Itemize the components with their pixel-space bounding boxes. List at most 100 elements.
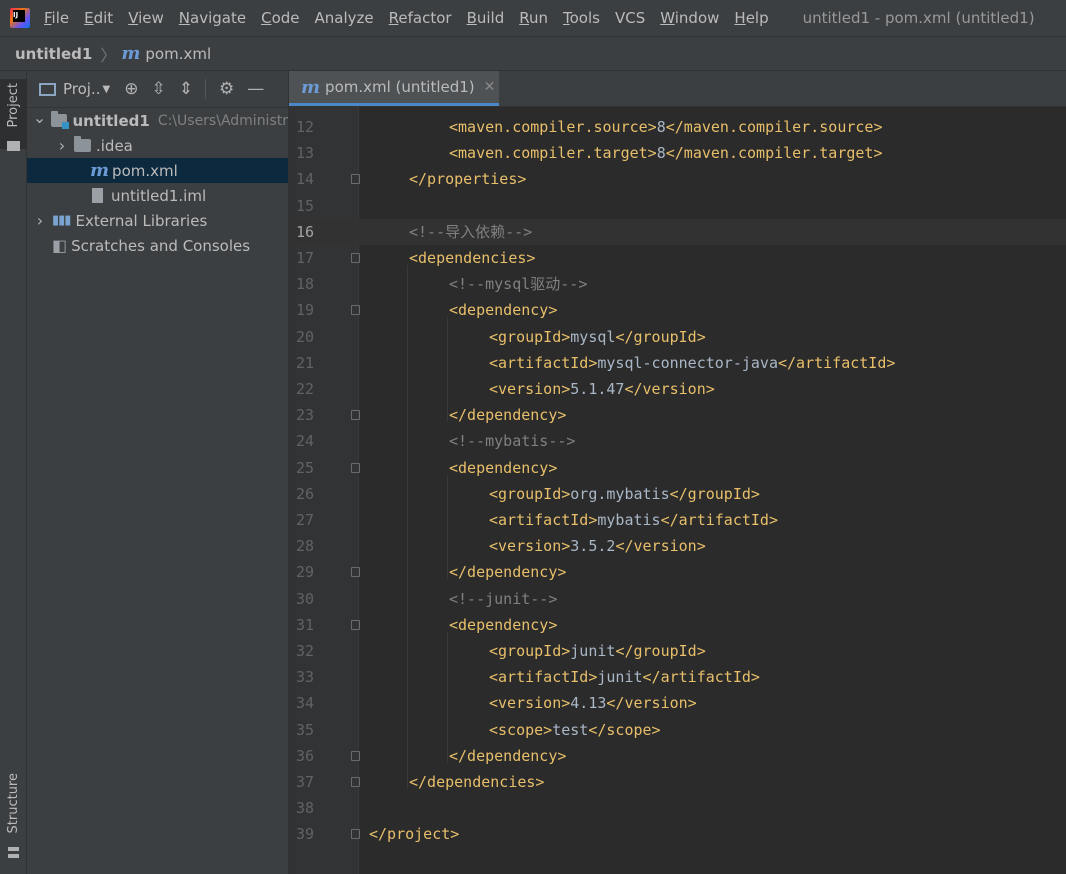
fold-marker-icon[interactable] [351, 305, 360, 316]
close-icon[interactable]: ✕ [484, 79, 496, 95]
xml-text: mysql [570, 327, 616, 346]
code-line: 34 <version>4.13</version> [289, 690, 1066, 716]
fold-marker-icon[interactable] [351, 750, 360, 761]
menu-file[interactable]: File [44, 9, 69, 27]
code-text: <!--junit--> [449, 586, 557, 612]
fold-marker-icon[interactable] [351, 619, 360, 630]
menu-code[interactable]: Code [261, 9, 299, 27]
locate-file-icon[interactable]: ⊕ [124, 79, 138, 99]
code-line: 16 <!--导入依赖--> [289, 218, 1066, 245]
xml-text: junit [597, 668, 643, 687]
collapse-all-icon[interactable]: ⇕ [179, 79, 193, 99]
code-text: <maven.compiler.target>8</maven.compiler… [449, 140, 883, 166]
code-text: <version>4.13</version> [489, 690, 697, 716]
xml-comment: <!--junit--> [449, 589, 558, 608]
menu-analyze[interactable]: Analyze [315, 9, 374, 27]
code-line: 30 <!--junit--> [289, 586, 1066, 612]
menu-edit[interactable]: Edit [84, 9, 113, 27]
indent-guide [447, 317, 448, 423]
code-text: <version>5.1.47</version> [489, 376, 715, 402]
xml-tag: </groupId> [615, 642, 706, 660]
fold-marker-icon[interactable] [351, 462, 360, 473]
code-text: <artifactId>junit</artifactId> [489, 664, 760, 690]
code-line: 36 </dependency> [289, 743, 1066, 769]
fold-marker-icon[interactable] [351, 777, 360, 787]
xml-text: junit [570, 642, 616, 660]
xml-tag: </version> [606, 694, 697, 713]
xml-tag: </maven.compiler.target> [665, 144, 883, 163]
breadcrumb-project[interactable]: untitled1 [15, 45, 92, 63]
project-view-selector[interactable]: Proj.. [63, 80, 101, 98]
expand-all-icon[interactable]: ⇳ [151, 79, 165, 99]
xml-tag: </maven.compiler.source> [665, 118, 883, 136]
code-line: 26 <groupId>org.mybatis</groupId> [289, 481, 1066, 507]
menu-build[interactable]: Build [467, 9, 505, 27]
tree-item-label: untitled1.iml [111, 186, 207, 205]
gear-icon[interactable]: ⚙ [219, 79, 234, 99]
project-tool-tab-label: Project [6, 83, 21, 128]
menu-help[interactable]: Help [734, 9, 768, 27]
structure-tool-tab[interactable]: Structure [0, 773, 27, 843]
menu-run[interactable]: Run [519, 9, 548, 27]
menu-window[interactable]: Window [660, 9, 719, 27]
code-line: 37 </dependencies> [289, 769, 1066, 795]
menu-view[interactable]: View [128, 9, 164, 27]
code-line: 25 <dependency> [289, 455, 1066, 481]
xml-tag: </version> [615, 537, 706, 556]
menu-vcs[interactable]: VCS [615, 9, 645, 27]
code-text: </project> [369, 821, 459, 847]
fold-marker-icon[interactable] [351, 829, 360, 840]
line-number: 13 [295, 144, 314, 163]
code-line: 33 <artifactId>junit</artifactId> [289, 664, 1066, 690]
menu-tools[interactable]: Tools [563, 9, 600, 27]
xml-tag: <dependencies> [409, 249, 536, 267]
fold-marker-icon[interactable] [351, 253, 360, 263]
tree-item-label: pom.xml [112, 161, 178, 180]
code-text: </dependency> [449, 402, 566, 428]
xml-tag: <artifactId> [489, 511, 598, 529]
xml-text: 3.5.2 [570, 537, 616, 556]
chevron-down-icon[interactable]: ⌄ [32, 108, 47, 127]
maven-file-icon: m [121, 43, 141, 64]
chevron-right-icon[interactable]: › [32, 211, 48, 230]
chevron-right-icon[interactable]: › [54, 136, 70, 155]
breadcrumb-file[interactable]: pom.xml [145, 45, 211, 63]
code-text: <maven.compiler.source>8</maven.compiler… [449, 114, 883, 140]
tab-pom-xml[interactable]: m pom.xml (untitled1) ✕ [289, 71, 499, 106]
tree-item[interactable]: › .idea [27, 133, 288, 158]
tree-item[interactable]: › ▮▮▮ External Libraries [27, 208, 288, 233]
code-line: 24 <!--mybatis--> [289, 428, 1066, 454]
xml-tag: </artifactId> [660, 511, 778, 529]
line-number: 19 [295, 301, 314, 320]
code-text: <!--mybatis--> [449, 428, 575, 454]
xml-tag: </dependency> [449, 746, 567, 765]
code-editor[interactable]: 12 <maven.compiler.source>8</maven.compil… [289, 107, 1066, 874]
left-tool-stripe: Project Structure [0, 71, 27, 874]
project-tree: ⌄ untitled1 C:\Users\Administr › .idea m pom.x… [27, 108, 288, 258]
line-number: 39 [295, 825, 314, 844]
fold-marker-icon[interactable] [351, 410, 360, 421]
line-number: 36 [295, 746, 314, 765]
tree-item-label: untitled1 [72, 111, 150, 130]
tree-item[interactable]: untitled1.iml [27, 183, 288, 208]
tree-item[interactable]: ◧ Scratches and Consoles [27, 233, 288, 258]
tree-item[interactable]: ⌄ untitled1 C:\Users\Administr [27, 108, 288, 133]
tree-item[interactable]: m pom.xml [27, 158, 288, 183]
chevron-down-icon[interactable]: ▼ [103, 84, 111, 95]
hide-panel-icon[interactable]: — [247, 79, 264, 99]
menu-refactor[interactable]: Refactor [389, 9, 452, 27]
line-number: 14 [295, 170, 314, 189]
xml-tag: </dependencies> [409, 773, 545, 791]
line-number: 30 [295, 589, 314, 608]
xml-text: mysql-connector-java [597, 353, 778, 372]
fold-marker-icon[interactable] [351, 174, 360, 185]
line-number: 21 [295, 353, 314, 372]
menu-items: File Edit View Navigate Code Analyze Refactor B… [44, 9, 784, 27]
code-text: </properties> [409, 166, 526, 192]
xml-tag: </properties> [409, 170, 527, 189]
line-number: 12 [295, 118, 314, 136]
menu-navigate[interactable]: Navigate [179, 9, 246, 27]
code-line: 22 <version>5.1.47</version> [289, 376, 1066, 402]
fold-marker-icon[interactable] [351, 567, 360, 578]
xml-comment: <!--导入依赖--> [409, 222, 533, 241]
